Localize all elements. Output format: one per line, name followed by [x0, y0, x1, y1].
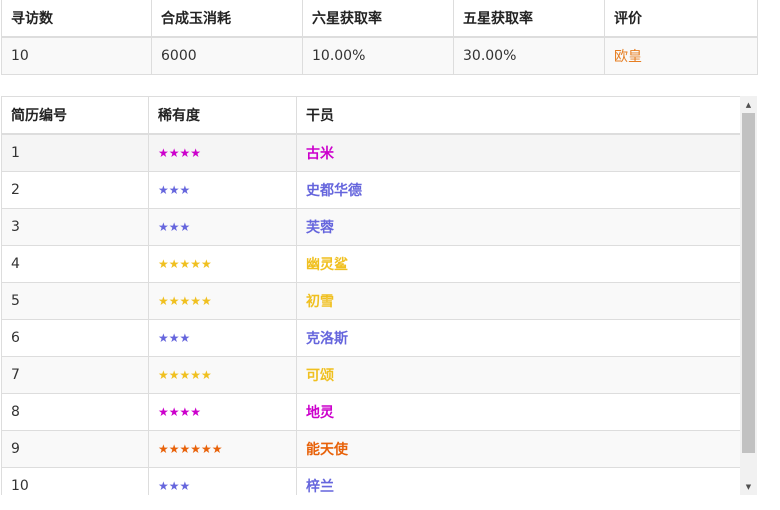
table-row: 7 ★★★★★ 可颂	[1, 355, 741, 394]
operator-name: 史都华德	[296, 170, 741, 209]
operator-name: 初雪	[296, 281, 741, 320]
summary-rating-value: 欧皇	[604, 36, 758, 75]
operator-name: 能天使	[296, 429, 741, 468]
rarity-stars-icon: ★★★★★	[148, 355, 297, 394]
table-row: 10 ★★★ 梓兰	[1, 466, 741, 495]
rarity-stars-icon: ★★★★★★	[148, 429, 297, 468]
row-id: 3	[1, 207, 149, 246]
summary-value-row: 10 6000 10.00% 30.00% 欧皇	[1, 36, 758, 75]
summary-header-six-star-rate: 六星获取率	[302, 0, 454, 38]
scroll-down-icon[interactable]: ▼	[740, 478, 757, 495]
table-row: 1 ★★★★ 古米	[1, 133, 741, 172]
summary-header-rating: 评价	[604, 0, 758, 38]
rarity-stars-icon: ★★★★	[148, 133, 297, 172]
row-id: 2	[1, 170, 149, 209]
operator-name: 可颂	[296, 355, 741, 394]
row-id: 8	[1, 392, 149, 431]
row-id: 9	[1, 429, 149, 468]
table-row: 5 ★★★★★ 初雪	[1, 281, 741, 320]
roster-scrollbar[interactable]: ▲ ▼	[740, 96, 757, 495]
scroll-up-icon[interactable]: ▲	[740, 96, 757, 113]
operator-name: 克洛斯	[296, 318, 741, 357]
roster-table: 简历编号 稀有度 干员 1 ★★★★ 古米 2 ★★★ 史都华德 3 ★★★ 芙蓉 4 ★★★★★ 幽…	[1, 97, 741, 495]
rarity-stars-icon: ★★★	[148, 170, 297, 209]
row-id: 1	[1, 133, 149, 172]
row-id: 7	[1, 355, 149, 394]
roster-body: 1 ★★★★ 古米 2 ★★★ 史都华德 3 ★★★ 芙蓉 4 ★★★★★ 幽灵鲨 5 ★★★★★ 初雪 6 ★…	[1, 133, 741, 495]
roster-header-operator: 干员	[296, 97, 741, 135]
roster-header-rarity: 稀有度	[148, 97, 297, 135]
operator-name: 幽灵鲨	[296, 244, 741, 283]
table-row: 3 ★★★ 芙蓉	[1, 207, 741, 246]
summary-header-orundum: 合成玉消耗	[151, 0, 303, 38]
operator-name: 芙蓉	[296, 207, 741, 246]
table-row: 8 ★★★★ 地灵	[1, 392, 741, 431]
scroll-thumb[interactable]	[742, 113, 755, 453]
summary-table: 寻访数 合成玉消耗 六星获取率 五星获取率 评价 10 6000 10.00% …	[1, 0, 758, 75]
summary-header-row: 寻访数 合成玉消耗 六星获取率 五星获取率 评价	[1, 0, 758, 38]
rarity-stars-icon: ★★★★★	[148, 244, 297, 283]
summary-orundum-value: 6000	[151, 36, 303, 75]
rarity-stars-icon: ★★★★★	[148, 281, 297, 320]
table-row: 9 ★★★★★★ 能天使	[1, 429, 741, 468]
operator-name: 古米	[296, 133, 741, 172]
summary-header-five-star-rate: 五星获取率	[453, 0, 605, 38]
table-row: 4 ★★★★★ 幽灵鲨	[1, 244, 741, 283]
roster-header-row: 简历编号 稀有度 干员	[1, 97, 741, 135]
operator-name: 梓兰	[296, 466, 741, 495]
rarity-stars-icon: ★★★	[148, 207, 297, 246]
rarity-stars-icon: ★★★★	[148, 392, 297, 431]
roster-scroll-area[interactable]: 简历编号 稀有度 干员 1 ★★★★ 古米 2 ★★★ 史都华德 3 ★★★ 芙蓉 4 ★★★★★ 幽…	[1, 96, 757, 495]
row-id: 6	[1, 318, 149, 357]
rarity-stars-icon: ★★★	[148, 318, 297, 357]
summary-six-star-rate-value: 10.00%	[302, 36, 454, 75]
summary-five-star-rate-value: 30.00%	[453, 36, 605, 75]
summary-header-pulls: 寻访数	[1, 0, 152, 38]
roster-header-id: 简历编号	[1, 97, 149, 135]
summary-pulls-value: 10	[1, 36, 152, 75]
rarity-stars-icon: ★★★	[148, 466, 297, 495]
operator-name: 地灵	[296, 392, 741, 431]
row-id: 5	[1, 281, 149, 320]
row-id: 4	[1, 244, 149, 283]
table-row: 2 ★★★ 史都华德	[1, 170, 741, 209]
table-row: 6 ★★★ 克洛斯	[1, 318, 741, 357]
row-id: 10	[1, 466, 149, 495]
